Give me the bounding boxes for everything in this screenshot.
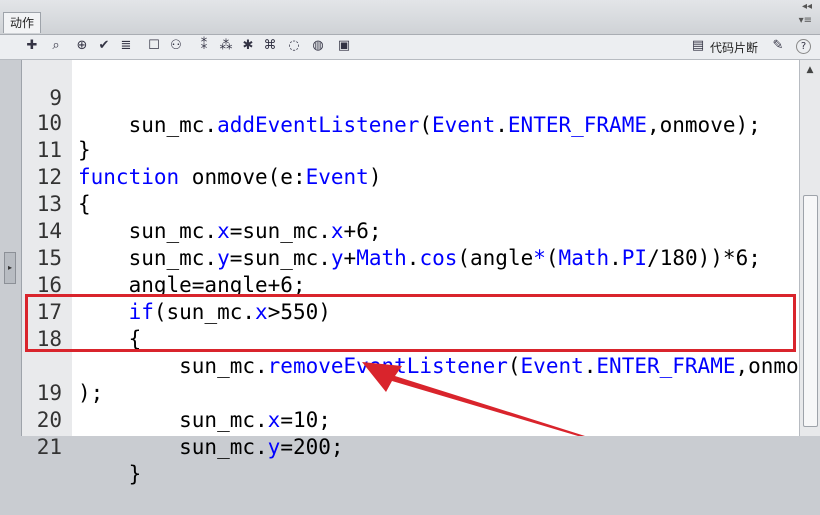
annotation-arrow-icon [362,362,585,436]
code-text: sun_mc.y=200; [78,435,344,459]
arrow-shape [362,362,585,436]
line-number: 21 [36,435,62,459]
code-text: } [78,462,142,486]
